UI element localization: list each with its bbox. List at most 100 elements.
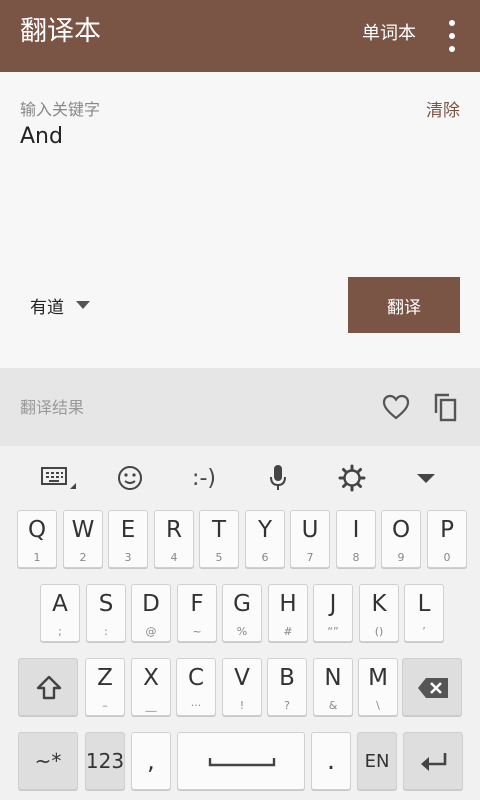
app-title: 翻译本 [20,16,101,47]
key-letter: X [143,665,159,691]
key-secondary: ~ [192,625,202,638]
app-bar: 翻译本 单词本 [0,0,480,72]
key-secondary: ! [239,699,245,712]
key-letter: W [71,517,95,543]
key-d[interactable]: D @ [131,584,171,642]
microphone-icon[interactable] [258,460,298,496]
key-letter: J [329,591,337,617]
comma-key[interactable]: , [131,732,171,790]
key-secondary: : [104,625,108,638]
key-secondary: ··· [190,699,202,712]
key-b[interactable]: B? [267,658,307,716]
key-j[interactable]: J “” [313,584,353,642]
keyboard-toolbar: :-) [0,446,480,508]
input-panel: 输入关键字 清除 And 有道 翻译 [0,72,480,368]
translate-button[interactable]: 翻译 [348,277,460,333]
input-label: 输入关键字 [20,100,101,119]
space-key[interactable] [177,732,305,790]
key-secondary: 2 [79,551,87,564]
key-o[interactable]: O9 [381,510,421,568]
emoticon-button[interactable]: :-) [184,460,224,496]
copy-icon[interactable] [432,392,458,422]
key-letter: F [190,591,204,617]
key-letter: I [352,517,360,543]
key-x[interactable]: X __ [131,658,171,716]
key-letter: G [233,591,251,617]
key-letter: D [142,591,160,617]
key-g[interactable]: G% [222,584,262,642]
key-secondary: __ [145,699,157,712]
key-letter: H [279,591,297,617]
key-letter: N [324,665,342,691]
key-letter: B [279,665,295,691]
key-letter: T [211,517,227,543]
key-w[interactable]: W2 [63,510,103,568]
key-u[interactable]: U7 [290,510,330,568]
key-secondary: 5 [215,551,223,564]
heart-icon[interactable] [382,394,410,420]
collapse-keyboard-icon[interactable] [406,460,446,496]
key-letter: Y [257,517,273,543]
key-secondary: 1 [33,551,41,564]
result-label: 翻译结果 [20,398,85,417]
backspace-key[interactable] [402,658,462,716]
key-l[interactable]: L’ [404,584,444,642]
shift-key[interactable] [18,658,78,716]
engine-selected-label: 有道 [30,297,64,318]
emoji-icon[interactable] [110,460,150,496]
wordbook-button[interactable]: 单词本 [362,20,416,48]
key-letter: Q [27,517,47,543]
key-r[interactable]: R4 [154,510,194,568]
key-secondary: @ [145,625,157,638]
key-e[interactable]: E3 [108,510,148,568]
key-secondary: % [236,625,248,638]
clear-button[interactable]: 清除 [426,96,460,121]
key-s[interactable]: S: [86,584,126,642]
key-v[interactable]: V! [222,658,262,716]
key-letter: M [368,665,388,691]
more-options-icon[interactable] [440,16,464,56]
key-letter: C [187,665,205,691]
key-a[interactable]: A; [40,584,80,642]
key-secondary: & [328,699,338,712]
key-letter: A [52,591,68,617]
key-secondary: ’ [422,625,426,638]
key-letter: L [417,591,431,617]
key-secondary: – [102,699,108,712]
engine-dropdown[interactable]: 有道 [30,290,90,320]
key-secondary: \ [376,699,380,712]
settings-gear-icon[interactable] [332,460,372,496]
key-letter: Z [97,665,113,691]
key-n[interactable]: N & [313,658,353,716]
key-h[interactable]: H # [268,584,308,642]
key-m[interactable]: M \ [358,658,398,716]
key-secondary: 8 [352,551,360,564]
key-secondary: 6 [261,551,269,564]
key-i[interactable]: I8 [336,510,376,568]
key-y[interactable]: Y6 [245,510,285,568]
key-secondary: 7 [306,551,314,564]
key-t[interactable]: T5 [199,510,239,568]
key-q[interactable]: Q1 [17,510,57,568]
key-z[interactable]: Z – [85,658,125,716]
numbers-key[interactable]: 123 [85,732,125,790]
key-secondary: 0 [443,551,451,564]
period-key[interactable]: . [311,732,351,790]
key-k[interactable]: K () [359,584,399,642]
symbols-key[interactable]: ~* [18,732,78,790]
keyword-input[interactable]: And [20,124,63,149]
key-letter: K [371,591,387,617]
soft-keyboard: :-) Q 1 W 2 E 3 R 4 T 5 Y 6 U 7 I 8 O 9 P 0 A; S: D @ F [0,446,480,800]
enter-key[interactable] [403,732,463,790]
key-letter: E [120,517,136,543]
key-secondary: ; [58,625,62,638]
language-key[interactable]: EN [357,732,397,790]
key-p[interactable]: P0 [427,510,467,568]
result-bar: 翻译结果 [0,368,480,446]
keyboard-switch-icon[interactable] [38,460,78,496]
dropdown-caret-icon [76,301,90,309]
key-c[interactable]: C ··· [176,658,216,716]
key-secondary: () [374,625,384,638]
key-secondary: “” [327,625,339,638]
key-f[interactable]: F ~ [177,584,217,642]
